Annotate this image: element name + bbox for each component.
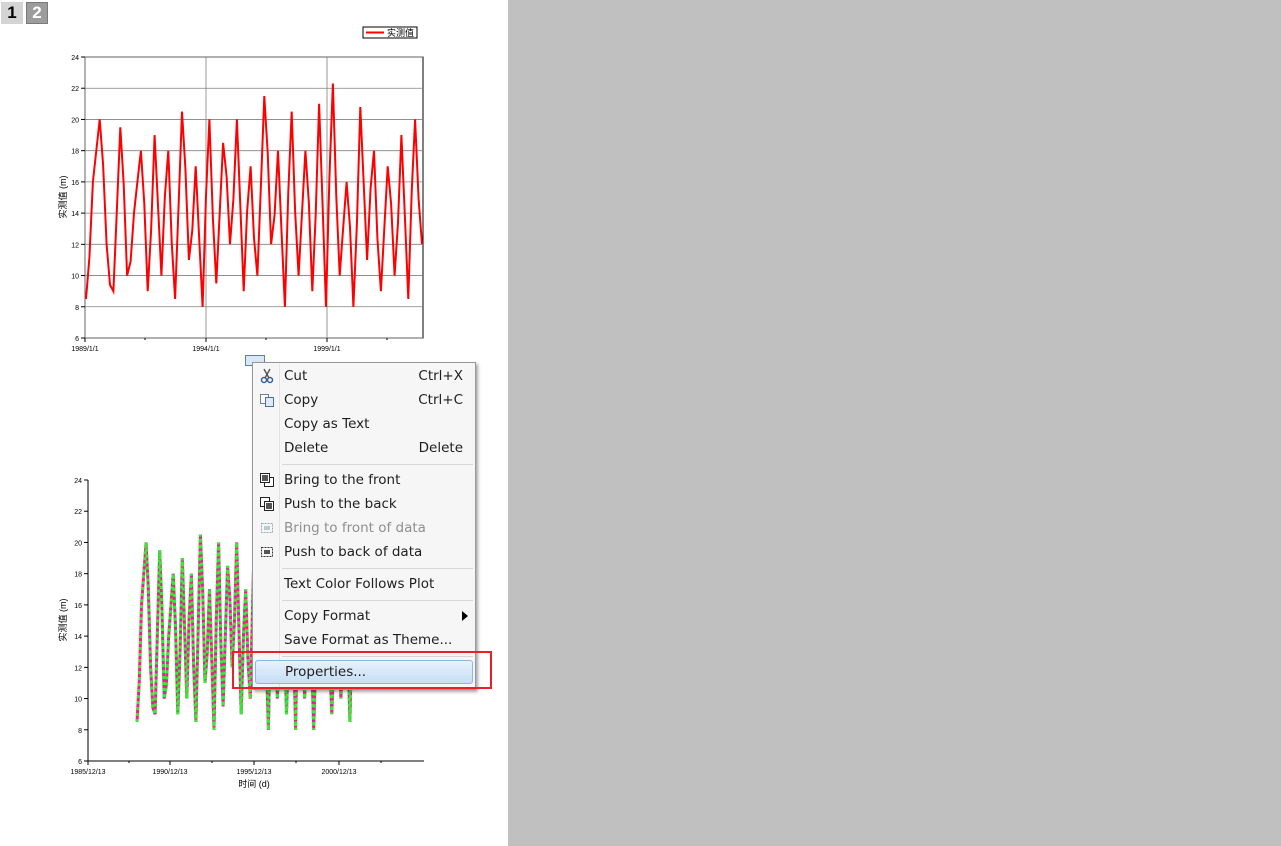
menu-item-cut[interactable]: Cut Ctrl+X [255,364,473,388]
copy-icon [260,394,274,407]
y-tick-label: 8 [78,728,82,735]
y-tick-label: 16 [71,180,79,187]
menu-item-label: Text Color Follows Plot [284,576,435,592]
y-tick-label: 14 [71,211,79,218]
y-axis-title: 实测值 (m) [57,599,68,642]
menu-item-push-to-back-of-data[interactable]: Push to back of data [255,540,473,564]
menu-item-bring-to-front[interactable]: Bring to the front [255,468,473,492]
menu-item-copy-as-text[interactable]: Copy as Text [255,412,473,436]
menu-item-push-to-back[interactable]: Push to the back [255,492,473,516]
submenu-arrow-icon [462,611,468,621]
y-tick-label: 22 [74,509,82,516]
menu-item-copy-format[interactable]: Copy Format [255,604,473,628]
menu-item-shortcut: Ctrl+C [418,392,463,408]
y-tick-label: 6 [78,759,82,766]
menu-item-shortcut: Delete [418,440,463,456]
y-tick-label: 12 [71,242,79,249]
menu-item-shortcut: Ctrl+X [418,368,463,384]
y-tick-label: 18 [74,572,82,579]
y-axis-title: 实测值 (m) [57,176,68,219]
menu-item-label: Bring to front of data [284,520,426,536]
menu-item-label: Cut [284,368,308,384]
context-menu: Cut Ctrl+X Copy Ctrl+C Copy as Text Dele… [252,362,476,690]
menu-separator [282,600,473,601]
menu-item-label: Bring to the front [284,472,401,488]
workspace-background [508,0,1281,846]
y-tick-label: 10 [74,697,82,704]
y-tick-label: 18 [71,149,79,156]
menu-separator [282,464,473,465]
y-tick-label: 16 [74,603,82,610]
menu-item-label: Delete [284,440,329,456]
bring-front-data-icon [261,523,273,533]
menu-item-text-color-follows-plot[interactable]: Text Color Follows Plot [255,572,473,596]
menu-separator [282,568,473,569]
push-back-data-icon [261,547,273,557]
highlight-annotation-box [232,651,492,689]
x-tick-label: 2000/12/13 [321,769,356,776]
y-tick-label: 22 [71,86,79,93]
menu-item-copy[interactable]: Copy Ctrl+C [255,388,473,412]
push-back-icon [260,497,274,511]
menu-item-label: Push to back of data [284,544,423,560]
y-tick-label: 6 [75,336,79,343]
menu-item-label: Push to the back [284,496,397,512]
y-tick-label: 10 [71,274,79,281]
bring-front-icon [260,473,274,487]
menu-item-bring-to-front-of-data: Bring to front of data [255,516,473,540]
chart-top: 实测值 6 8 10 12 14 16 18 20 22 24 1989/1/1 1994/1/1 1… [57,26,424,353]
x-tick-label: 1999/1/1 [313,346,340,353]
y-tick-label: 12 [74,665,82,672]
menu-item-label: Copy Format [284,608,371,624]
x-tick-label: 1985/12/13 [70,769,105,776]
y-tick-label: 20 [74,540,82,547]
menu-item-label: Copy as Text [284,416,370,432]
scissors-icon [260,368,274,384]
legend-label: 实测值 [387,27,414,38]
y-tick-label: 24 [74,478,82,485]
x-tick-label: 1990/12/13 [152,769,187,776]
legend[interactable]: 实测值 [362,26,418,39]
y-tick-label: 20 [71,117,79,124]
menu-item-save-format-as-theme[interactable]: Save Format as Theme... [255,628,473,652]
x-tick-label: 1989/1/1 [71,346,98,353]
menu-item-label: Copy [284,392,319,408]
x-tick-label: 1994/1/1 [192,346,219,353]
y-tick-label: 8 [75,305,79,312]
x-tick-label: 1995/12/13 [236,769,271,776]
menu-item-delete[interactable]: Delete Delete [255,436,473,460]
y-tick-label: 14 [74,634,82,641]
y-tick-label: 24 [71,55,79,62]
menu-item-label: Save Format as Theme... [284,632,453,648]
x-axis-title: 时间 (d) [238,778,270,789]
